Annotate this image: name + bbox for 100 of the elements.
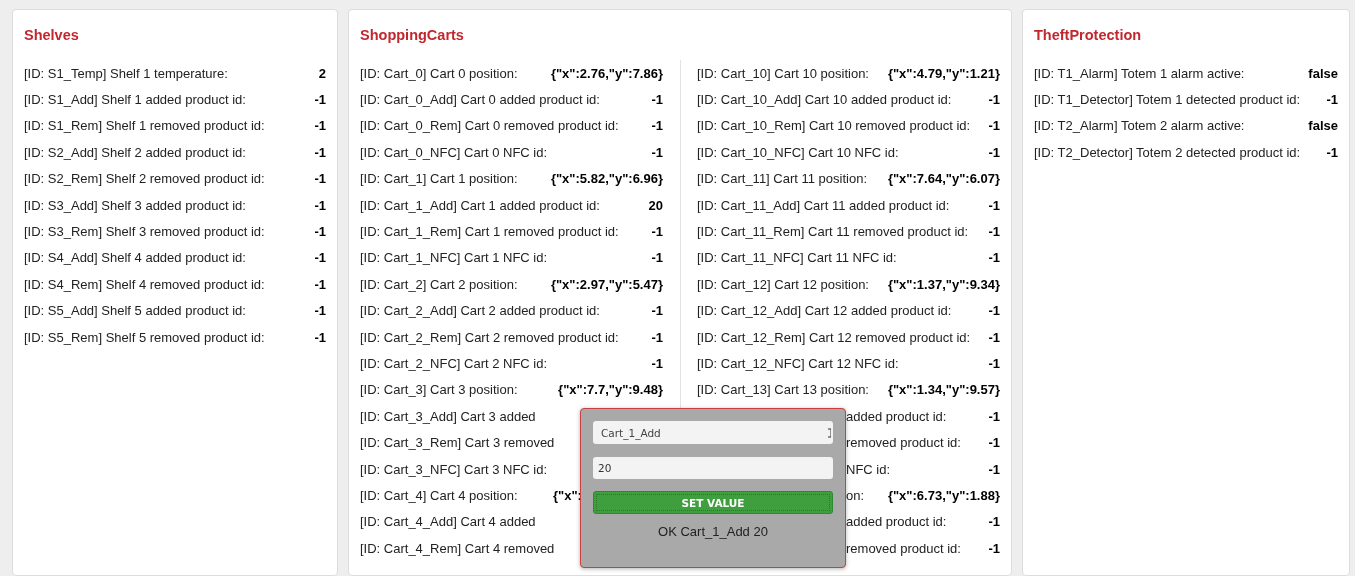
field-label: [ID: Cart_10_NFC] Cart 10 NFC id: xyxy=(697,144,899,160)
field-value: {"x":4.79,"y":1.21} xyxy=(887,65,1000,81)
field-value: -1 xyxy=(314,224,326,240)
field-label: [ID: Cart_4_Rem] Cart 4 removed xyxy=(360,540,555,556)
field-label: [ID: T1_Detector] Totem 1 detected product id: xyxy=(1034,92,1301,108)
field-label: [ID: S3_Rem] Shelf 3 removed product id: xyxy=(24,224,265,240)
field-label: [ID: T2_Alarm] Totem 2 alarm active: xyxy=(1034,118,1245,134)
key-select[interactable]: Cart_1_Add xyxy=(593,421,833,444)
field-value: -1 xyxy=(988,435,1000,451)
field-value: -1 xyxy=(651,356,663,371)
field-label: [ID: Cart_0_NFC] Cart 0 NFC id: xyxy=(360,144,548,160)
field-value: -1 xyxy=(988,514,1000,530)
field-label: [ID: Cart_11] Cart 11 position: xyxy=(697,171,868,187)
field-label: [ID: S1_Temp] Shelf 1 temperature: xyxy=(24,65,228,81)
field-value: -1 xyxy=(314,92,326,108)
field-value: {"x":1.34,"y":9.57} xyxy=(887,382,1000,398)
panel-title: TheftProtection xyxy=(1034,26,1143,45)
field-value: {"x":7.7,"y":9.48} xyxy=(558,382,663,398)
field-value: {"x":6.73,"y":1.88} xyxy=(887,487,1000,503)
field-label: [ID: Cart_1_Add] Cart 1 added product id: xyxy=(360,197,600,213)
status-message: OK Cart_1_Add 20 xyxy=(658,524,768,539)
field-value: {"x":2.76,"y":7.86} xyxy=(550,65,663,81)
field-label: [ID: Cart_0_Add] Cart 0 added product id: xyxy=(360,92,600,108)
field-label: [ID: S2_Rem] Shelf 2 removed product id: xyxy=(24,171,265,187)
field-value: -1 xyxy=(1326,92,1338,108)
field-value: -1 xyxy=(988,329,1000,345)
field-label: [ID: S2_Add] Shelf 2 added product id: xyxy=(24,144,246,160)
field-label: [ID: Cart_10_Add] Cart 10 added product id: xyxy=(697,92,952,108)
field-label: [ID: Cart_1_Rem] Cart 1 removed product id: xyxy=(360,224,619,240)
field-label: [ID: Cart_12_Rem] Cart 12 removed product id: xyxy=(697,329,971,345)
panel-title: Shelves xyxy=(24,26,80,45)
field-value: -1 xyxy=(314,197,326,213)
field-value: {"x": xyxy=(553,487,583,503)
field-label: [ID: Cart_3] Cart 3 position: xyxy=(360,382,518,398)
field-value: {"x":2.97,"y":5.47} xyxy=(550,276,663,292)
field-label: [ID: Cart_3_NFC] Cart 3 NFC id: xyxy=(360,461,548,477)
field-label: [ID: Cart_2_NFC] Cart 2 NFC id: xyxy=(360,356,548,371)
field-value: -1 xyxy=(314,250,326,266)
field-label: [ID: T1_Alarm] Totem 1 alarm active: xyxy=(1034,65,1245,81)
field-value: -1 xyxy=(988,356,1000,371)
field-label: [ID: S5_Add] Shelf 5 added product id: xyxy=(24,303,246,319)
field-value: {"x":5.82,"y":6.96} xyxy=(550,171,663,187)
field-label: [ID: Cart_3_Add] Cart 3 added xyxy=(360,408,536,424)
field-value: -1 xyxy=(988,224,1000,240)
field-label: added product id: xyxy=(845,514,947,530)
field-value: -1 xyxy=(651,329,663,345)
field-label: [ID: Cart_1] Cart 1 position: xyxy=(360,171,518,187)
caret-icon xyxy=(828,426,831,439)
field-label: [ID: S5_Rem] Shelf 5 removed product id: xyxy=(24,329,265,345)
field-label: [ID: Cart_2_Add] Cart 2 added product id: xyxy=(360,303,600,319)
field-value: -1 xyxy=(988,303,1000,319)
field-value: 2 xyxy=(318,65,326,81)
field-value: -1 xyxy=(314,118,326,134)
field-value: -1 xyxy=(988,461,1000,477)
field-label: [ID: S4_Rem] Shelf 4 removed product id: xyxy=(24,276,265,292)
field-value: {"x":1.37,"y":9.34} xyxy=(887,276,1000,292)
field-label: [ID: Cart_4_Add] Cart 4 added xyxy=(360,514,536,530)
panel-title: ShoppingCarts xyxy=(360,26,465,45)
field-label: [ID: Cart_2_Rem] Cart 2 removed product id: xyxy=(360,329,619,345)
field-label: [ID: S3_Add] Shelf 3 added product id: xyxy=(24,197,246,213)
field-value: -1 xyxy=(651,92,663,108)
field-label: [ID: Cart_10_Rem] Cart 10 removed product id: xyxy=(697,118,971,134)
field-value: false xyxy=(1308,65,1338,81)
field-value: -1 xyxy=(314,303,326,319)
field-label: removed product id: xyxy=(845,435,961,451)
field-label: [ID: T2_Detector] Totem 2 detected product id: xyxy=(1034,144,1301,160)
field-label: [ID: Cart_0_Rem] Cart 0 removed product id: xyxy=(360,118,619,134)
field-value: -1 xyxy=(651,144,663,160)
field-value: -1 xyxy=(651,118,663,134)
field-label: [ID: S4_Add] Shelf 4 added product id: xyxy=(24,250,246,266)
field-value: -1 xyxy=(651,224,663,240)
field-value: false xyxy=(1308,118,1338,134)
field-label: [ID: Cart_12] Cart 12 position: xyxy=(697,276,869,292)
field-label: [ID: Cart_4] Cart 4 position: xyxy=(360,487,518,503)
field-value: -1 xyxy=(988,92,1000,108)
field-label: [ID: S1_Add] Shelf 1 added product id: xyxy=(24,92,246,108)
field-value: -1 xyxy=(314,144,326,160)
field-value: -1 xyxy=(988,250,1000,266)
field-value: {"x":7.64,"y":6.07} xyxy=(887,171,1000,187)
field-value: -1 xyxy=(988,197,1000,213)
field-value: -1 xyxy=(988,408,1000,424)
field-value: -1 xyxy=(314,329,326,345)
field-label: [ID: Cart_3_Rem] Cart 3 removed xyxy=(360,435,555,451)
field-label: removed product id: xyxy=(845,540,961,556)
field-value: 20 xyxy=(648,197,663,213)
field-label: [ID: Cart_12_NFC] Cart 12 NFC id: xyxy=(697,356,899,371)
field-value: -1 xyxy=(314,276,326,292)
field-label: [ID: Cart_10] Cart 10 position: xyxy=(697,65,869,81)
field-value: -1 xyxy=(1326,144,1338,160)
field-label: [ID: Cart_13] Cart 13 position: xyxy=(697,382,869,398)
field-label: [ID: Cart_11_NFC] Cart 11 NFC id: xyxy=(697,250,897,266)
field-label: [ID: S1_Rem] Shelf 1 removed product id: xyxy=(24,118,265,134)
field-label: [ID: Cart_1_NFC] Cart 1 NFC id: xyxy=(360,250,548,266)
field-value: -1 xyxy=(988,118,1000,134)
field-label: [ID: Cart_0] Cart 0 position: xyxy=(360,65,518,81)
field-label: [ID: Cart_12_Add] Cart 12 added product id: xyxy=(697,303,952,319)
field-label: added product id: xyxy=(845,408,947,424)
value-input[interactable]: 20 xyxy=(593,457,833,479)
field-value: -1 xyxy=(314,171,326,187)
field-label: NFC id: xyxy=(845,461,891,477)
